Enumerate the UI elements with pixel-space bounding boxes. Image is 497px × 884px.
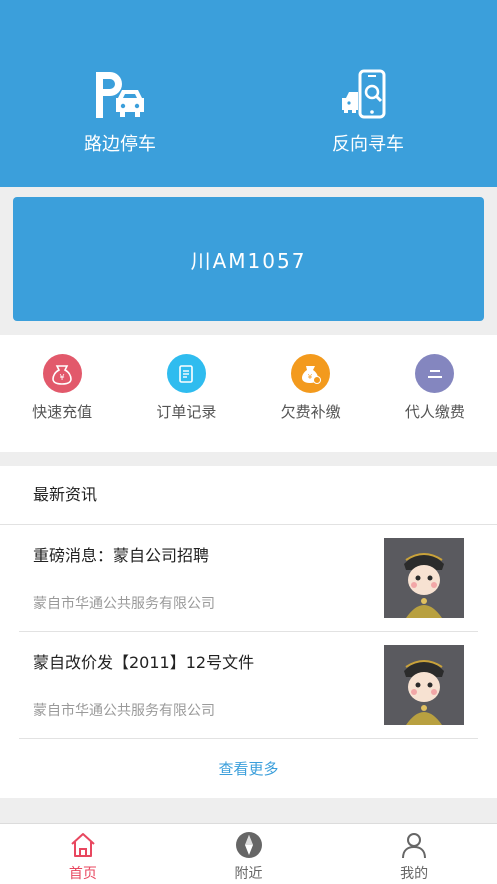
bottom-tab-bar: 首页 附近 我的 (0, 823, 497, 884)
news-title: 蒙自改价发【2011】12号文件 (33, 653, 255, 672)
home-icon (71, 833, 95, 857)
money-bag-coin-icon: ¥ (291, 354, 331, 393)
news-source: 蒙自市华通公共服务有限公司 (33, 703, 215, 719)
order-records-label: 订单记录 (156, 403, 217, 421)
tab-home[interactable]: 首页 (0, 824, 166, 884)
news-thumbnail (384, 645, 464, 725)
quick-recharge-button[interactable]: ¥ 快速充值 (0, 335, 124, 452)
arrears-payment-button[interactable]: ¥ 欠费补缴 (249, 335, 373, 452)
top-banner: 路边停车 反向寻车 (0, 0, 497, 187)
svg-text:¥: ¥ (307, 373, 312, 381)
news-heading: 最新资讯 (0, 466, 497, 525)
quick-recharge-label: 快速充值 (32, 403, 93, 421)
news-title: 重磅消息：蒙自公司招聘 (33, 546, 210, 565)
news-section: 最新资讯 重磅消息：蒙自公司招聘 蒙自市华通公共服务有限公司 蒙自改价发【201… (0, 466, 497, 798)
tab-nearby-label: 附近 (234, 866, 263, 882)
compass-icon (235, 832, 262, 858)
money-bag-icon: ¥ (42, 354, 82, 393)
tab-home-label: 首页 (68, 866, 97, 882)
document-icon (166, 354, 206, 393)
svg-text:¥: ¥ (60, 373, 65, 382)
two-lines-icon (415, 354, 455, 393)
news-item[interactable]: 蒙自改价发【2011】12号文件 蒙自市华通公共服务有限公司 (19, 632, 478, 739)
pay-for-others-button[interactable]: 代人缴费 (373, 335, 497, 452)
news-source: 蒙自市华通公共服务有限公司 (33, 596, 215, 612)
news-item[interactable]: 重磅消息：蒙自公司招聘 蒙自市华通公共服务有限公司 (19, 525, 478, 632)
reverse-car-search-label: 反向寻车 (332, 134, 404, 155)
phone-search-car-icon (342, 69, 386, 119)
tab-nearby[interactable]: 附近 (166, 824, 332, 884)
license-plate-card[interactable]: 川AM1057 (13, 197, 484, 321)
roadside-parking-label: 路边停车 (84, 134, 156, 155)
view-more-link[interactable]: 查看更多 (0, 739, 497, 799)
license-plate-number: 川AM1057 (190, 248, 307, 273)
tab-mine[interactable]: 我的 (331, 824, 497, 884)
arrears-payment-label: 欠费补缴 (280, 403, 341, 421)
order-records-button[interactable]: 订单记录 (124, 335, 248, 452)
quick-actions: ¥ 快速充值 订单记录 ¥ 欠费补缴 代人缴费 (0, 335, 497, 452)
roadside-parking-button[interactable]: 路边停车 (40, 68, 200, 168)
user-icon (402, 833, 427, 859)
tab-mine-label: 我的 (400, 866, 429, 882)
reverse-car-search-button[interactable]: 反向寻车 (288, 68, 448, 168)
news-thumbnail (384, 538, 464, 618)
pay-for-others-label: 代人缴费 (404, 403, 465, 421)
parking-car-icon (96, 72, 144, 118)
